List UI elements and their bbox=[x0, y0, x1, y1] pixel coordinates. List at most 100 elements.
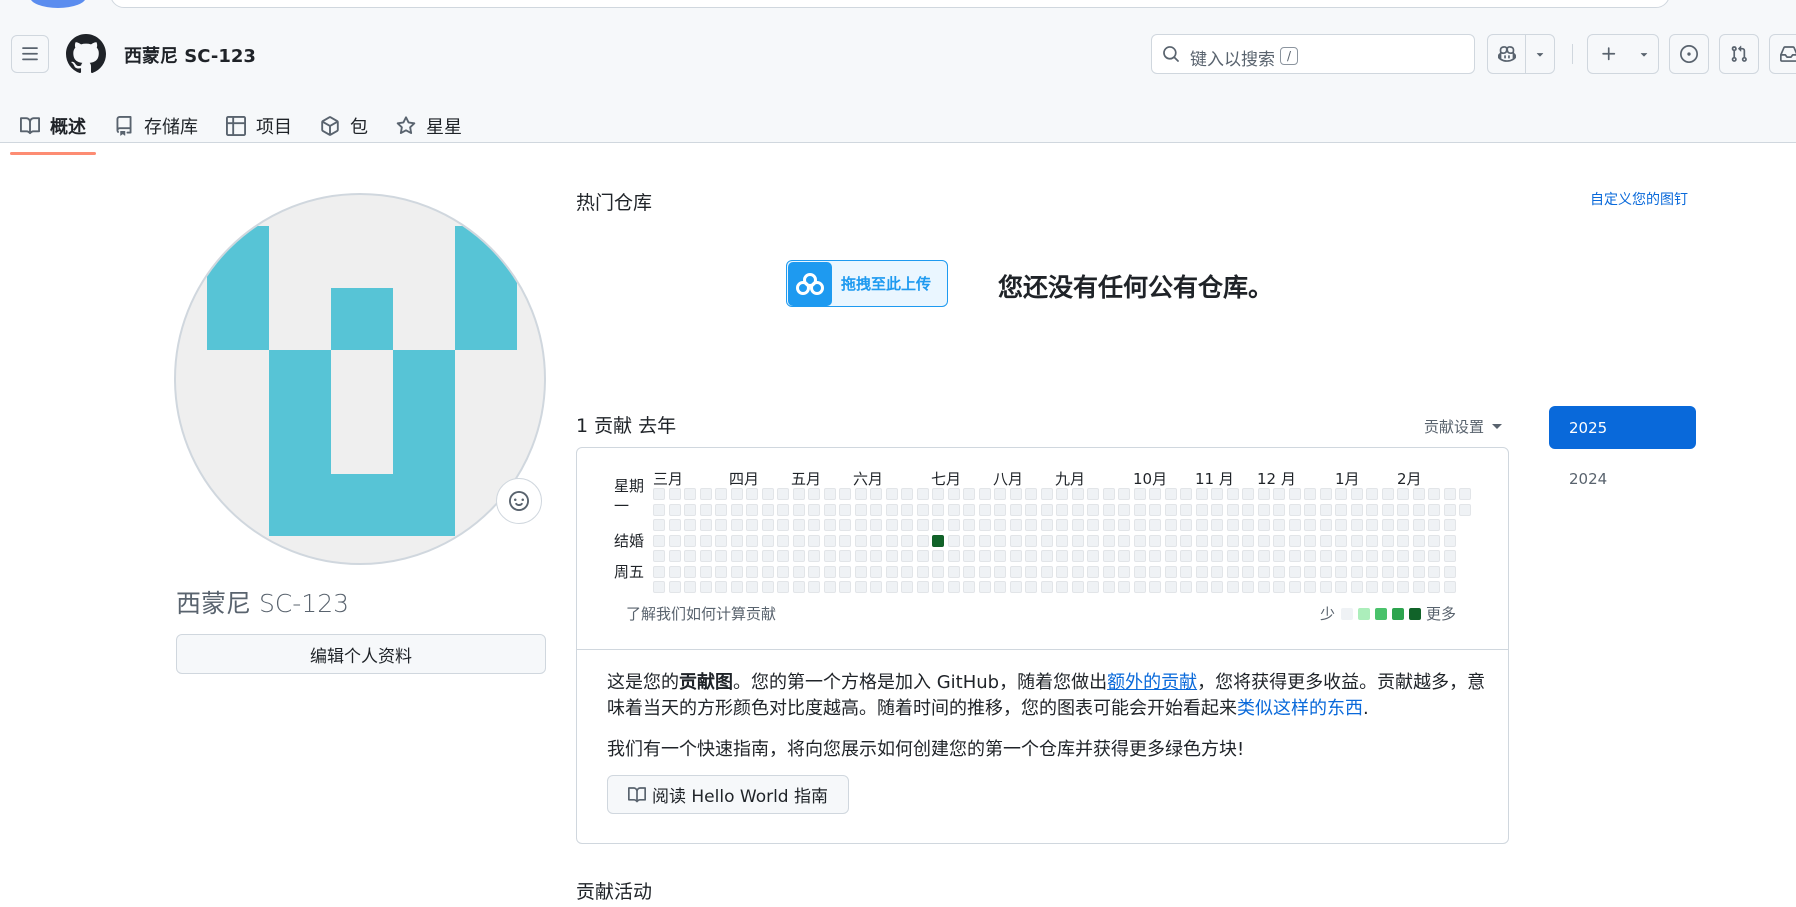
contribution-day-cell[interactable] bbox=[1164, 503, 1177, 516]
contribution-day-cell[interactable] bbox=[1149, 565, 1161, 578]
contribution-day-cell[interactable] bbox=[1273, 581, 1285, 593]
contribution-day-cell[interactable] bbox=[1443, 550, 1456, 562]
contribution-day-cell[interactable] bbox=[1381, 581, 1394, 593]
contribution-day-cell[interactable] bbox=[1087, 488, 1099, 500]
contribution-day-cell[interactable] bbox=[1257, 488, 1270, 500]
contribution-day-cell[interactable] bbox=[1040, 581, 1053, 593]
contribution-day-cell[interactable] bbox=[932, 503, 944, 516]
contribution-day-cell[interactable] bbox=[1257, 565, 1270, 578]
contribution-day-cell[interactable] bbox=[1071, 550, 1084, 562]
contribution-day-cell[interactable] bbox=[777, 519, 789, 531]
contribution-day-cell[interactable] bbox=[1164, 534, 1177, 547]
tab-stars[interactable]: 星星 bbox=[386, 100, 472, 152]
contribution-day-cell[interactable] bbox=[1226, 503, 1239, 516]
contribution-day-cell[interactable] bbox=[1350, 534, 1363, 547]
customize-pins-link[interactable]: 自定义您的图钉 bbox=[1590, 189, 1688, 209]
contribution-day-cell[interactable] bbox=[761, 534, 774, 547]
year-2024-link[interactable]: 2024 bbox=[1549, 457, 1696, 500]
contribution-day-cell[interactable] bbox=[715, 534, 727, 547]
contribution-day-cell[interactable] bbox=[994, 488, 1006, 500]
contribution-day-cell[interactable] bbox=[1366, 503, 1378, 516]
contribution-day-cell[interactable] bbox=[963, 550, 975, 562]
contribution-day-cell[interactable] bbox=[699, 581, 712, 593]
contribution-day-cell[interactable] bbox=[870, 581, 882, 593]
contribution-day-cell[interactable] bbox=[1164, 519, 1177, 531]
contribution-day-cell[interactable] bbox=[854, 503, 867, 516]
contribution-day-cell[interactable] bbox=[1397, 550, 1409, 562]
contribution-day-cell[interactable] bbox=[1195, 550, 1208, 562]
header-username[interactable]: 西蒙尼 SC-123 bbox=[124, 42, 256, 68]
contribution-day-cell[interactable] bbox=[1040, 519, 1053, 531]
contribution-day-cell[interactable] bbox=[839, 488, 851, 500]
contribution-day-cell[interactable] bbox=[1304, 519, 1316, 531]
contribution-day-cell[interactable] bbox=[854, 581, 867, 593]
contribution-day-cell[interactable] bbox=[699, 488, 712, 500]
contribution-day-cell[interactable] bbox=[1118, 534, 1130, 547]
contribution-day-cell[interactable] bbox=[1412, 503, 1425, 516]
contribution-day-cell[interactable] bbox=[1195, 581, 1208, 593]
contribution-day-cell[interactable] bbox=[1040, 534, 1053, 547]
contribution-day-cell[interactable] bbox=[1195, 503, 1208, 516]
contribution-day-cell[interactable] bbox=[1412, 550, 1425, 562]
contribution-day-cell[interactable] bbox=[901, 519, 913, 531]
contribution-day-cell[interactable] bbox=[839, 550, 851, 562]
contribution-day-cell[interactable] bbox=[777, 565, 789, 578]
contribution-day-cell[interactable] bbox=[1288, 534, 1301, 547]
contribution-day-cell[interactable] bbox=[1319, 581, 1332, 593]
contribution-day-cell[interactable] bbox=[1428, 503, 1440, 516]
create-new-dropdown[interactable] bbox=[1630, 35, 1658, 73]
contribution-day-cell[interactable] bbox=[1056, 550, 1068, 562]
contribution-day-cell[interactable] bbox=[730, 565, 743, 578]
contribution-day-cell[interactable] bbox=[1164, 565, 1177, 578]
contribution-day-cell[interactable] bbox=[901, 581, 913, 593]
contribution-day-cell[interactable] bbox=[684, 488, 696, 500]
contribution-day-cell[interactable] bbox=[1226, 488, 1239, 500]
contribution-day-cell[interactable] bbox=[1335, 534, 1347, 547]
contribution-day-cell[interactable] bbox=[1133, 519, 1146, 531]
contribution-day-cell[interactable] bbox=[1025, 519, 1037, 531]
contribution-day-cell[interactable] bbox=[1304, 565, 1316, 578]
contribution-day-cell[interactable] bbox=[1273, 519, 1285, 531]
contribution-day-cell[interactable] bbox=[823, 519, 836, 531]
contribution-day-cell[interactable] bbox=[1071, 565, 1084, 578]
contribution-day-cell[interactable] bbox=[1288, 565, 1301, 578]
address-bar[interactable] bbox=[110, 0, 1670, 8]
contribution-day-cell[interactable] bbox=[1071, 488, 1084, 500]
contribution-day-cell[interactable] bbox=[1133, 503, 1146, 516]
contribution-day-cell[interactable] bbox=[1366, 534, 1378, 547]
contribution-day-cell[interactable] bbox=[1304, 534, 1316, 547]
contribution-day-cell[interactable] bbox=[1443, 519, 1456, 531]
copilot-button[interactable] bbox=[1487, 34, 1555, 74]
contribution-day-cell[interactable] bbox=[1149, 488, 1161, 500]
contribution-day-cell[interactable] bbox=[715, 565, 727, 578]
contribution-day-cell[interactable] bbox=[978, 581, 991, 593]
contribution-day-cell[interactable] bbox=[1397, 581, 1409, 593]
contribution-day-cell[interactable] bbox=[1257, 550, 1270, 562]
contribution-day-cell[interactable] bbox=[715, 503, 727, 516]
contribution-day-cell[interactable] bbox=[870, 488, 882, 500]
contribution-day-cell[interactable] bbox=[1087, 503, 1099, 516]
contribution-day-cell[interactable] bbox=[885, 534, 898, 547]
contribution-day-cell[interactable] bbox=[1195, 519, 1208, 531]
contribution-day-cell[interactable] bbox=[746, 503, 758, 516]
contribution-day-cell[interactable] bbox=[746, 565, 758, 578]
copilot-main[interactable] bbox=[1488, 35, 1526, 73]
contribution-day-cell[interactable] bbox=[1397, 488, 1409, 500]
contribution-day-cell[interactable] bbox=[1056, 488, 1068, 500]
contribution-day-cell[interactable] bbox=[1195, 565, 1208, 578]
contribution-day-cell[interactable] bbox=[994, 503, 1006, 516]
contribution-day-cell[interactable] bbox=[1180, 550, 1192, 562]
contribution-day-cell[interactable] bbox=[808, 488, 820, 500]
contribution-day-cell[interactable] bbox=[916, 488, 929, 500]
example-graph-link[interactable]: 类似这样的东西 bbox=[1237, 698, 1363, 719]
contribution-day-cell[interactable] bbox=[1211, 488, 1223, 500]
contribution-day-cell[interactable] bbox=[870, 503, 882, 516]
hello-world-guide-button[interactable]: 阅读 Hello World 指南 bbox=[607, 775, 849, 814]
contribution-day-cell[interactable] bbox=[1397, 519, 1409, 531]
contribution-day-cell[interactable] bbox=[1180, 503, 1192, 516]
contribution-day-cell[interactable] bbox=[777, 534, 789, 547]
contribution-day-cell[interactable] bbox=[916, 581, 929, 593]
contribution-day-cell[interactable] bbox=[1319, 519, 1332, 531]
contribution-day-cell[interactable] bbox=[1102, 550, 1115, 562]
contribution-day-cell[interactable] bbox=[978, 565, 991, 578]
